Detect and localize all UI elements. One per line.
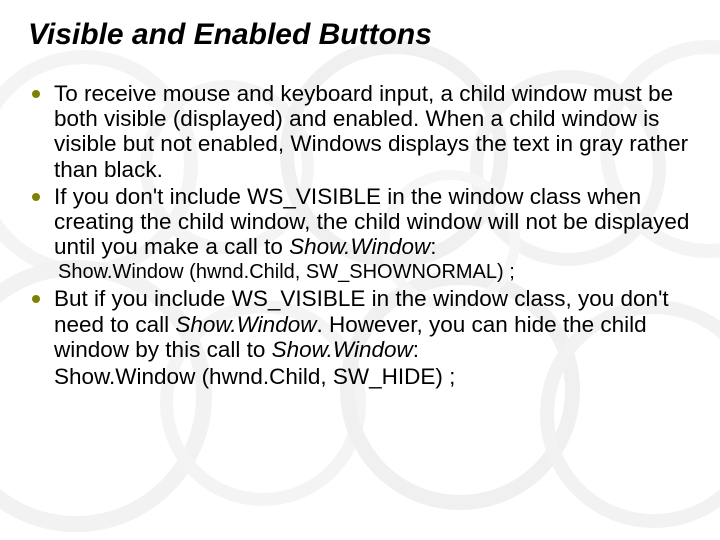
bullet-3-b: Show.Window bbox=[175, 312, 316, 337]
bullet-item-2: If you don't include WS_VISIBLE in the w… bbox=[54, 184, 692, 260]
slide: Visible and Enabled Buttons To receive m… bbox=[0, 0, 720, 540]
bullet-list: To receive mouse and keyboard input, a c… bbox=[28, 81, 692, 259]
code-line-2: Show.Window (hwnd.Child, SW_HIDE) ; bbox=[28, 364, 692, 389]
slide-title: Visible and Enabled Buttons bbox=[28, 18, 692, 51]
bullet-item-1: To receive mouse and keyboard input, a c… bbox=[54, 81, 692, 182]
bullet-list-2: But if you include WS_VISIBLE in the win… bbox=[28, 286, 692, 362]
code-line-1: Show.Window (hwnd.Child, SW_SHOWNORMAL) … bbox=[28, 261, 692, 284]
bullet-1-text: To receive mouse and keyboard input, a c… bbox=[54, 81, 688, 182]
bullet-3-d: Show.Window bbox=[272, 337, 413, 362]
bullet-2-ital: Show.Window bbox=[289, 234, 430, 259]
bullet-3-e: : bbox=[413, 337, 419, 362]
bullet-item-3: But if you include WS_VISIBLE in the win… bbox=[54, 286, 692, 362]
bullet-2-post: : bbox=[430, 234, 436, 259]
